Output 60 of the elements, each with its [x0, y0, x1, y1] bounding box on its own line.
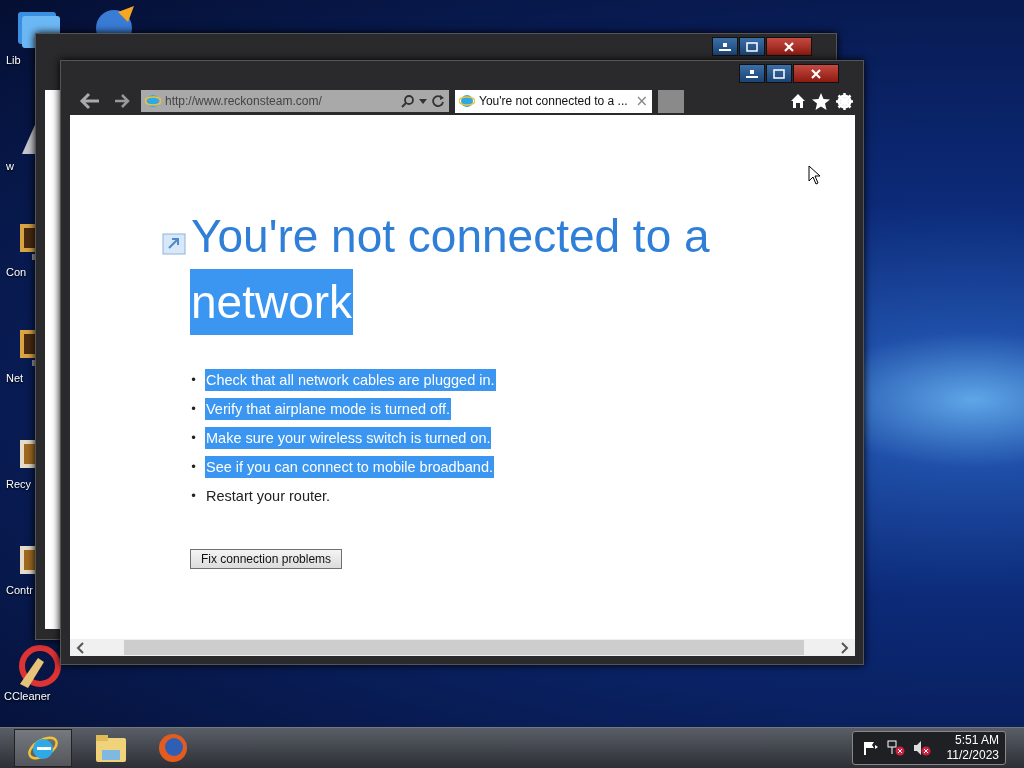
close-button[interactable]	[766, 37, 812, 56]
tip-text: See if you can connect to mobile broadband.	[205, 456, 494, 478]
scroll-left-icon	[76, 641, 84, 654]
tip-text: Check that all network cables are plugged in.	[205, 369, 496, 391]
restore-icon	[773, 68, 785, 79]
bullet: •	[190, 489, 199, 503]
close-icon	[784, 41, 794, 52]
horizontal-scrollbar[interactable]	[70, 639, 855, 656]
tab-close-button[interactable]: ×	[635, 92, 648, 110]
minimize-button[interactable]	[712, 37, 738, 56]
fix-connection-button[interactable]: Fix connection problems	[190, 549, 343, 569]
mute-icon	[912, 740, 931, 756]
back-arrow-icon	[79, 92, 101, 110]
minimize-icon	[719, 42, 731, 51]
desktop-icon-label[interactable]: Recy	[6, 478, 32, 490]
close-button[interactable]	[793, 64, 839, 83]
page-heading: network	[190, 269, 354, 335]
flag-icon	[862, 741, 879, 755]
desktop-icon-label[interactable]: Net	[6, 372, 24, 384]
restore-button[interactable]	[766, 64, 792, 83]
cursor-icon	[808, 165, 820, 185]
shortcut-icon	[162, 233, 186, 255]
bullet: •	[190, 460, 199, 474]
scroll-right-icon	[841, 641, 849, 654]
forward-arrow-icon	[114, 94, 130, 108]
address-bar[interactable]: http://www.reckonsteam.com/	[141, 90, 449, 112]
browser-icon	[459, 93, 475, 109]
desktop-icon-label[interactable]: CCleaner	[4, 690, 51, 702]
settings-icon	[836, 92, 853, 110]
minimize-icon	[746, 69, 758, 78]
taskbar-app[interactable]	[14, 729, 72, 767]
bullet: •	[190, 402, 199, 416]
close-icon	[811, 68, 821, 79]
desktop-icon-label[interactable]: Lib	[6, 54, 21, 66]
star-icon	[812, 92, 830, 110]
new-tab-button[interactable]	[658, 89, 684, 113]
tip-text: Restart your router.	[205, 487, 332, 506]
minimize-button[interactable]	[739, 64, 765, 83]
restore-button[interactable]	[739, 37, 765, 56]
firefox-icon	[157, 732, 189, 764]
refresh-icon	[431, 94, 445, 108]
restore-icon	[746, 41, 758, 52]
bullet: •	[190, 431, 199, 445]
url-text: http://www.reckonsteam.com/	[165, 94, 323, 108]
browser-tab[interactable]: You're not connected to a ... ×	[455, 89, 652, 113]
desktop-icon-label[interactable]: w	[6, 160, 14, 172]
scrollbar-thumb[interactable]	[123, 640, 804, 655]
search-icon	[401, 94, 415, 108]
tip-text: Verify that airplane mode is turned off.	[205, 398, 451, 420]
bullet: •	[190, 373, 199, 387]
home-icon	[790, 93, 806, 109]
browser-icon	[145, 93, 161, 109]
desktop-icon-label[interactable]: Contr	[6, 584, 33, 596]
tip-text: Make sure your wireless switch is turned on.	[205, 427, 492, 449]
folder-icon	[94, 732, 128, 764]
network-error-icon	[886, 740, 905, 756]
clock-time[interactable]: 5:51 AM	[954, 733, 999, 748]
page-heading: You're not connected to a	[190, 209, 711, 264]
desktop-icon-label[interactable]: Con	[6, 266, 27, 278]
clock-date[interactable]: 11/2/2023	[946, 748, 999, 763]
